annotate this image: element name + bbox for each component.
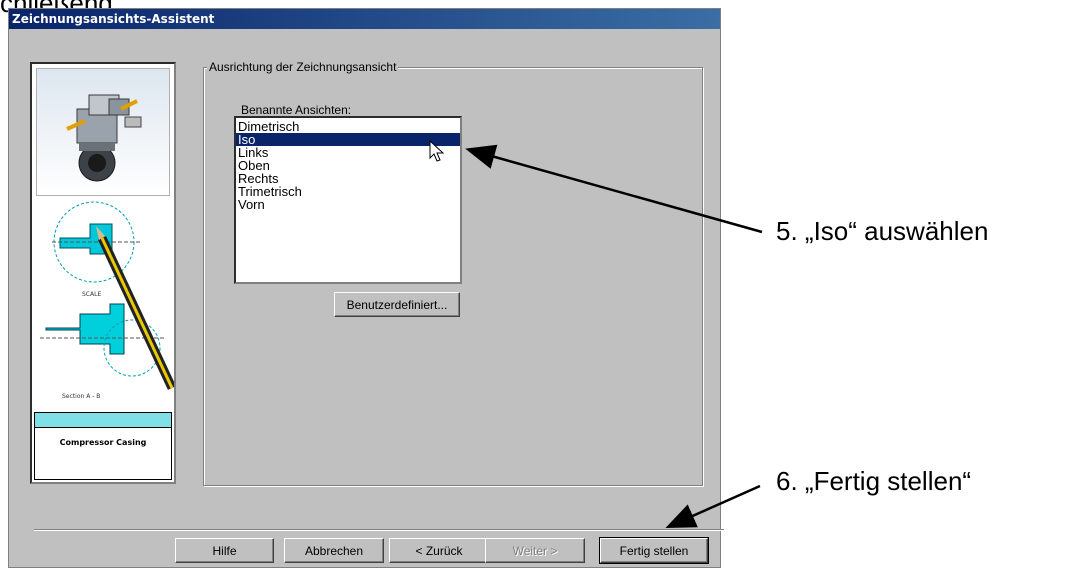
step5-annotation: 5. „Iso“ auswählen (776, 216, 989, 246)
step6-annotation: 6. „Fertig stellen“ (776, 466, 972, 496)
step6-arrow (665, 484, 761, 529)
step5-arrow (465, 144, 763, 234)
